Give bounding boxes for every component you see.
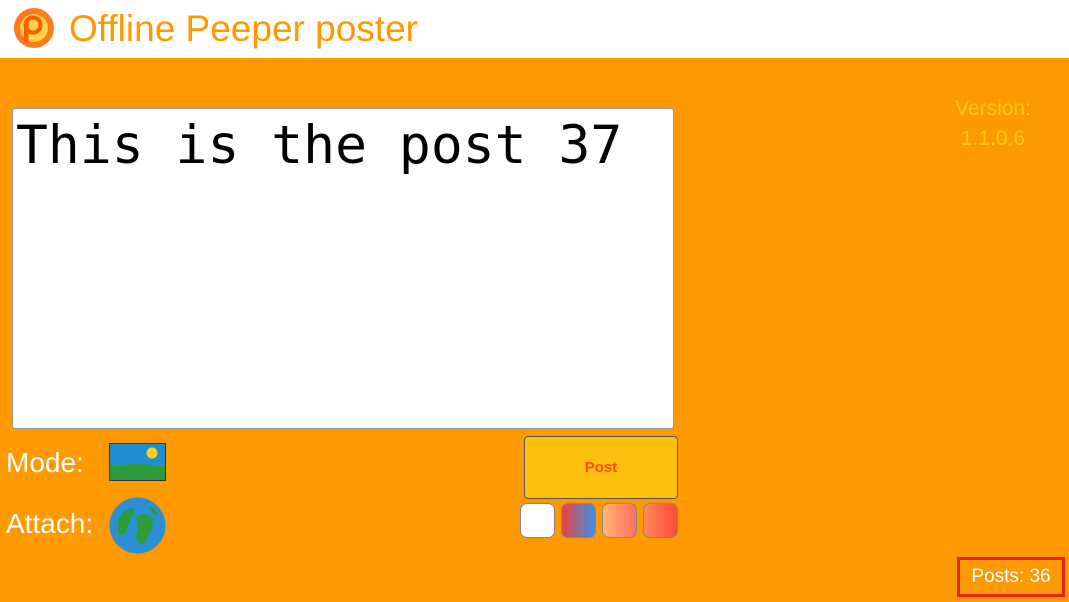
mode-button[interactable]	[109, 443, 166, 481]
peeper-logo-icon	[14, 8, 54, 48]
landscape-image-icon	[109, 443, 166, 481]
color-swatch-peach-orange[interactable]	[602, 503, 637, 538]
globe-icon	[109, 497, 166, 554]
mode-label: Mode:	[6, 447, 84, 478]
main-panel: This is the post 37 Version: 1.1.0.6 Mod…	[0, 58, 1069, 602]
version-number: 1.1.0.6	[960, 127, 1026, 150]
version-label: Version:	[955, 97, 1031, 120]
color-swatch-white[interactable]	[520, 503, 555, 538]
attach-button[interactable]	[109, 497, 166, 554]
posts-count-badge: Posts: 36	[957, 557, 1065, 597]
app-title: Offline Peeper poster	[69, 8, 418, 49]
color-swatch-orange-red[interactable]	[643, 503, 678, 538]
app-header: Offline Peeper poster	[0, 0, 1069, 58]
post-button[interactable]: Post	[524, 436, 678, 499]
version-info: Version: 1.1.0.6	[935, 94, 1051, 154]
attach-label: Attach:	[6, 508, 94, 539]
color-swatch-red-blue[interactable]	[561, 503, 596, 538]
post-text-input[interactable]: This is the post 37	[12, 108, 674, 429]
